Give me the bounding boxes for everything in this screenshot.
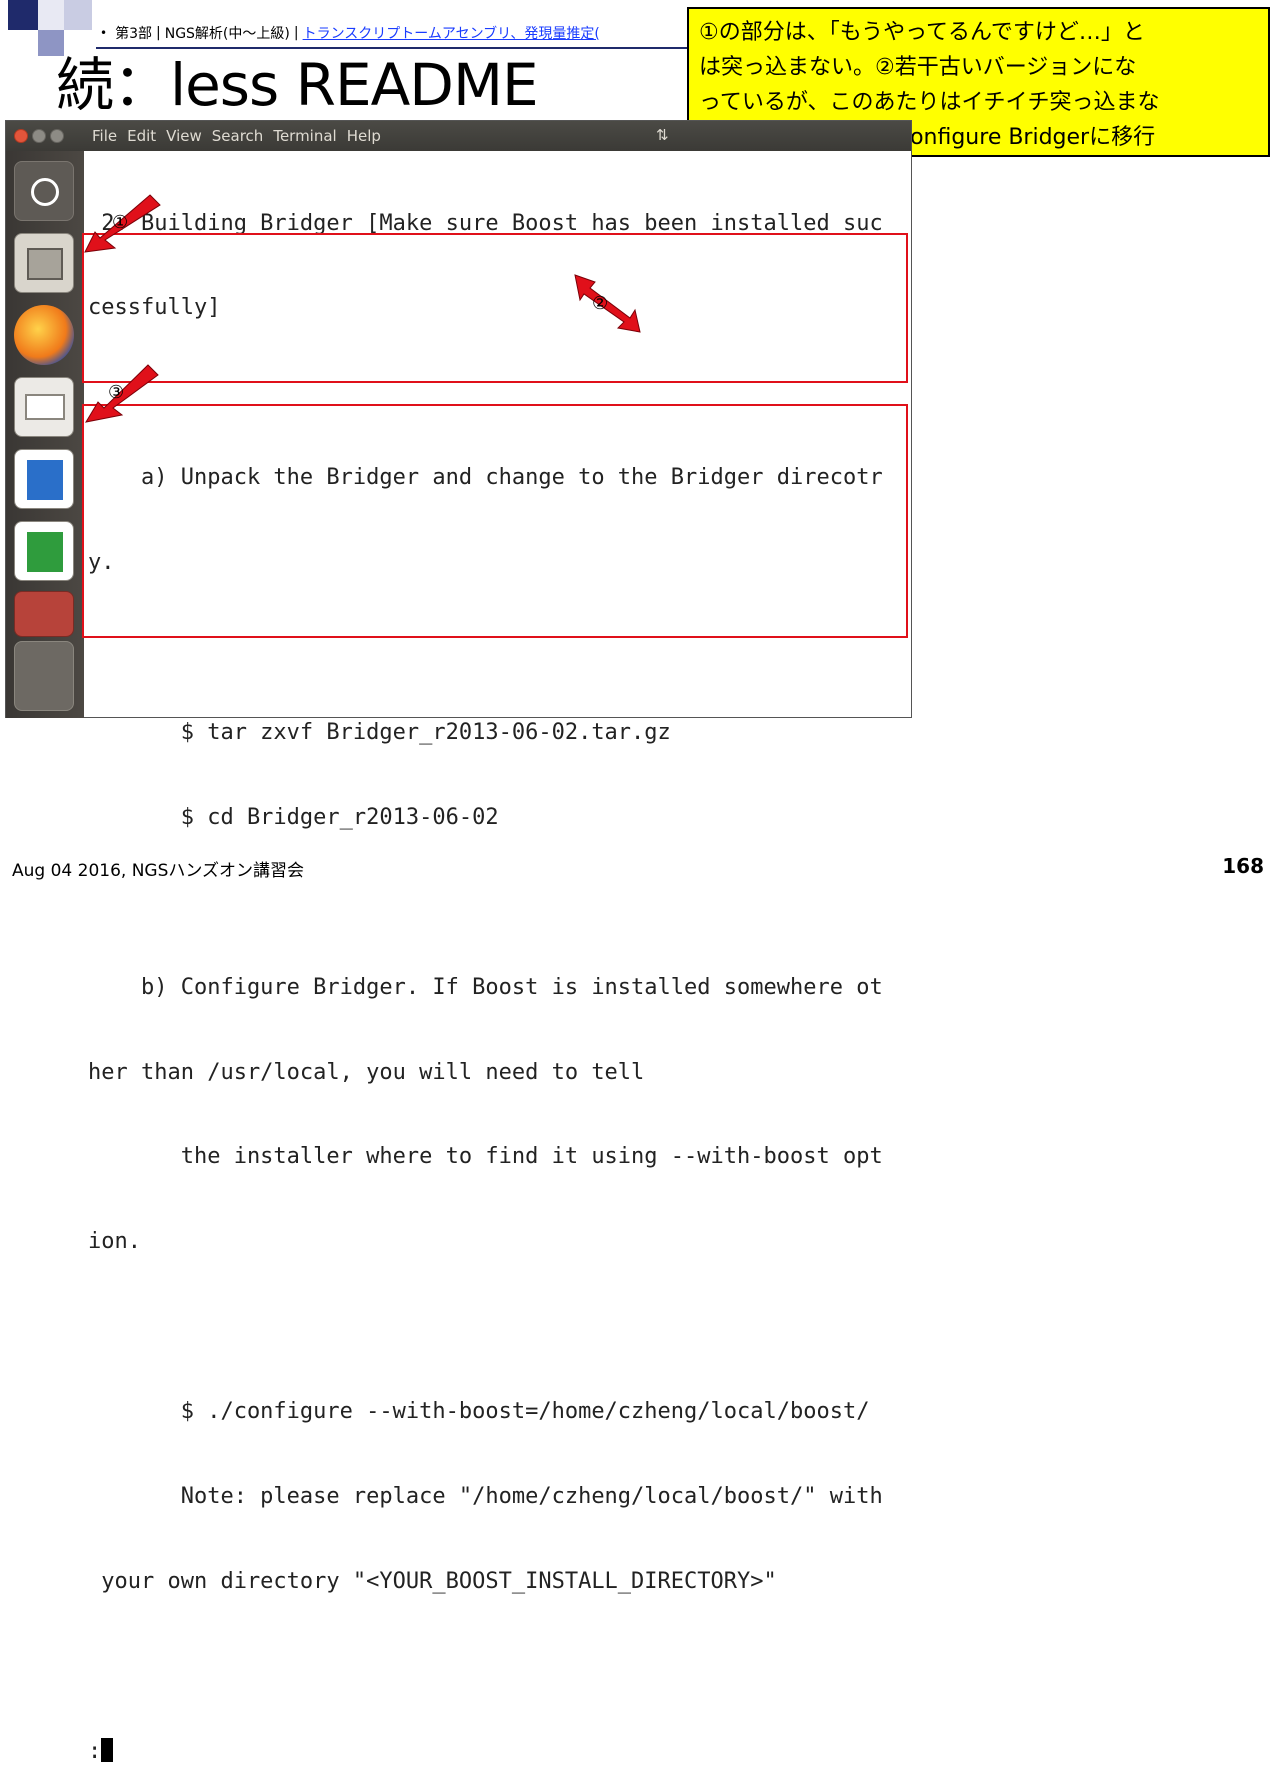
less-prompt: : bbox=[88, 1738, 102, 1764]
footer-text: Aug 04 2016, NGSハンズオン講習会 bbox=[12, 861, 305, 881]
impress-icon[interactable] bbox=[14, 591, 74, 637]
terminal-line: $ cd Bridger_r2013-06-02 bbox=[88, 804, 499, 830]
terminal-line: $ tar zxvf Bridger_r2013-06-02.tar.gz bbox=[88, 719, 671, 745]
menu-view[interactable]: View bbox=[166, 127, 202, 145]
minimize-button[interactable] bbox=[32, 129, 46, 143]
terminal-line: $ ./configure --with-boost=/home/czheng/… bbox=[88, 1399, 870, 1425]
menu-file[interactable]: File bbox=[92, 127, 117, 145]
terminal-line: your own directory "<YOUR_BOOST_INSTALL_… bbox=[88, 1568, 777, 1594]
terminal-line: the installer where to find it using --w… bbox=[88, 1144, 883, 1170]
menu-terminal[interactable]: Terminal bbox=[273, 127, 336, 145]
breadcrumb-part: 第3部 bbox=[115, 26, 152, 42]
arrow-marker-2 bbox=[574, 274, 641, 333]
menu-search[interactable]: Search bbox=[212, 127, 264, 145]
mail-icon[interactable] bbox=[14, 377, 74, 437]
window-titlebar: File Edit View Search Terminal Help ⇅ bbox=[6, 121, 911, 151]
text-cursor bbox=[101, 1737, 114, 1762]
calc-icon[interactable] bbox=[14, 521, 74, 581]
network-arrows-icon[interactable]: ⇅ bbox=[656, 126, 669, 144]
highlight-box-unpack bbox=[82, 233, 908, 383]
highlight-box-configure bbox=[82, 404, 908, 638]
page-number: 168 bbox=[1222, 854, 1264, 878]
marker-label-1: ① bbox=[112, 212, 129, 233]
close-button[interactable] bbox=[14, 129, 28, 143]
firefox-icon[interactable] bbox=[14, 305, 74, 365]
breadcrumb-bullet: • bbox=[100, 26, 108, 40]
menu-edit[interactable]: Edit bbox=[127, 127, 156, 145]
breadcrumb: • 第3部 | NGS解析(中～上級) | トランスクリプトームアセンブリ、発現… bbox=[100, 22, 600, 44]
menu-help[interactable]: Help bbox=[347, 127, 381, 145]
menu-bar: File Edit View Search Terminal Help bbox=[92, 127, 381, 145]
terminal-line: ion. bbox=[88, 1229, 141, 1255]
marker-label-2: ② bbox=[592, 293, 609, 314]
slide-title: 続：less README bbox=[56, 51, 539, 119]
breadcrumb-separator: | bbox=[156, 25, 161, 41]
workspace-switcher-icon[interactable] bbox=[14, 641, 74, 711]
writer-icon[interactable] bbox=[14, 449, 74, 509]
breadcrumb-link[interactable]: トランスクリプトームアセンブリ、発現量推定( bbox=[303, 23, 600, 43]
breadcrumb-separator: | bbox=[293, 25, 299, 41]
breadcrumb-section: NGS解析(中～上級) bbox=[164, 26, 290, 42]
maximize-button[interactable] bbox=[50, 129, 64, 143]
terminal-line: Note: please replace "/home/czheng/local… bbox=[88, 1483, 883, 1509]
terminal-line: b) Configure Bridger. If Boost is instal… bbox=[88, 974, 883, 1000]
slide-decoration bbox=[38, 0, 64, 30]
terminal-line: her than /usr/local, you will need to te… bbox=[88, 1059, 645, 1085]
marker-label-3: ③ bbox=[108, 382, 125, 403]
slide-decoration bbox=[8, 0, 38, 30]
terminal-prompt-line[interactable]: : bbox=[88, 1737, 910, 1766]
slide-decoration bbox=[64, 0, 92, 30]
